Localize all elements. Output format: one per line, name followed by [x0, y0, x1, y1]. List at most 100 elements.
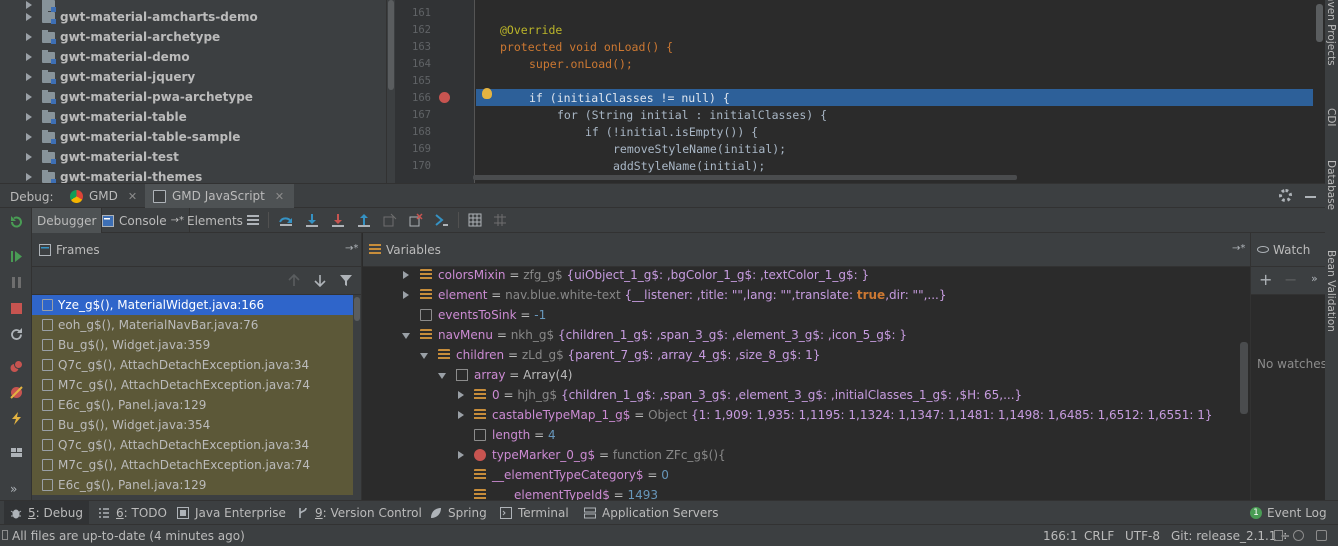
tool-tab-terminal[interactable]: Terminal [500, 501, 569, 525]
editor-horizontal-scrollbar[interactable] [473, 175, 1017, 180]
frame-item[interactable]: Bu_g$(), Widget.java:359 [32, 335, 354, 355]
add-watch-icon[interactable]: + [1259, 270, 1272, 289]
tab-debugger[interactable]: Debugger [32, 208, 103, 233]
layout-icon[interactable] [10, 446, 23, 459]
cdi-tab[interactable]: CDI [1325, 108, 1337, 127]
file-encoding[interactable]: UTF-8 [1125, 529, 1160, 543]
expand-arrow-icon[interactable] [458, 391, 464, 399]
trace-icon[interactable] [493, 213, 507, 227]
tree-item[interactable]: gwt-material-pwa-archetype [0, 87, 385, 107]
pause-icon[interactable] [10, 276, 23, 289]
pin-icon[interactable]: →* [1232, 243, 1245, 254]
expand-arrow-icon[interactable] [403, 271, 409, 279]
expand-arrow-icon[interactable] [26, 113, 32, 121]
tab-console[interactable]: Console →* [97, 208, 191, 233]
pin-icon[interactable]: →* [345, 243, 358, 254]
collapse-arrow-icon[interactable] [402, 333, 410, 339]
memory-icon[interactable] [1316, 530, 1327, 541]
more-icon[interactable]: » [1311, 272, 1318, 285]
cancel-step-icon[interactable] [409, 213, 423, 227]
tool-tab-debug[interactable]: 5: Debug [4, 501, 89, 525]
scrollbar-thumb[interactable] [388, 0, 394, 90]
tree-item[interactable]: gwt-material-demo [0, 47, 385, 67]
rerun-icon[interactable] [10, 216, 23, 229]
tool-windows-icon[interactable] [2, 530, 8, 540]
tab-gmd-javascript[interactable]: GMD JavaScript ✕ [145, 184, 295, 208]
frame-item[interactable]: eoh_g$(), MaterialNavBar.java:76 [32, 315, 354, 335]
remove-watch-icon[interactable]: − [1284, 270, 1297, 289]
collapse-arrow-icon[interactable] [438, 373, 446, 379]
expand-arrow-icon[interactable] [26, 153, 32, 161]
more-icon[interactable]: » [10, 482, 23, 496]
tree-item[interactable]: gwt-material-themes [0, 167, 385, 183]
project-scrollbar[interactable] [386, 0, 395, 183]
tool-tab-todo[interactable]: 6: TODO [98, 501, 167, 525]
expand-arrow-icon[interactable] [403, 291, 409, 299]
force-step-into-icon[interactable] [331, 213, 345, 227]
bean-validation-tab[interactable]: Bean Validation [1325, 250, 1337, 332]
frame-item[interactable]: M7c_g$(), AttachDetachException.java:74 [32, 455, 354, 475]
gear-icon[interactable] [1279, 189, 1292, 202]
expand-arrow-icon[interactable] [26, 53, 32, 61]
frame-item[interactable]: M7c_g$(), AttachDetachException.java:74 [32, 375, 354, 395]
stop-icon[interactable] [10, 302, 23, 315]
tool-tab-java-enterprise[interactable]: Java Enterprise [177, 501, 286, 525]
database-tab[interactable]: Database [1325, 160, 1337, 210]
maven-projects-tab[interactable]: Maven Projects [1325, 0, 1337, 66]
tree-item[interactable]: gwt-material-table-sample [0, 127, 385, 147]
tool-tab-version-control[interactable]: 9: Version Control [297, 501, 422, 525]
expand-arrow-icon[interactable] [26, 173, 32, 181]
frame-item[interactable]: E6c_g$(), Panel.java:129 [32, 475, 354, 495]
intention-bulb-icon[interactable] [482, 88, 492, 99]
frame-item[interactable]: Q7c_g$(), AttachDetachException.java:34 [32, 355, 354, 375]
expand-arrow-icon[interactable] [26, 13, 32, 21]
tool-tab-application-servers[interactable]: Application Servers [584, 501, 718, 525]
tree-item[interactable]: gwt-material-amcharts-demo [0, 7, 385, 27]
resume-icon[interactable] [10, 250, 23, 263]
expand-arrow-icon[interactable] [458, 451, 464, 459]
variables-scrollbar[interactable] [1240, 342, 1248, 414]
step-out-icon[interactable] [357, 213, 371, 227]
lightning-icon[interactable] [10, 412, 23, 425]
tab-elements[interactable]: Elements [182, 208, 248, 233]
inspector-icon[interactable] [1293, 530, 1304, 541]
minimize-icon[interactable] [1305, 196, 1316, 198]
arrow-down-icon[interactable] [314, 274, 326, 287]
tree-item[interactable]: gwt-material-test [0, 147, 385, 167]
expand-arrow-icon[interactable] [458, 411, 464, 419]
drop-frame-icon[interactable] [383, 213, 397, 227]
code-editor[interactable]: 161 162 163 164 165 166 167 168 169 170 … [395, 0, 1325, 183]
step-into-icon[interactable] [305, 213, 319, 227]
tab-gmd[interactable]: GMD ✕ [62, 184, 147, 208]
frames-scrollbar[interactable] [353, 295, 361, 500]
frame-item[interactable]: E6c_g$(), Panel.java:129 [32, 395, 354, 415]
reload-icon[interactable] [10, 328, 23, 341]
scrollbar-thumb[interactable] [1316, 4, 1323, 42]
mute-breakpoints-icon[interactable] [10, 386, 23, 399]
tree-item[interactable]: gwt-material-archetype [0, 27, 385, 47]
collapse-arrow-icon[interactable] [420, 353, 428, 359]
tool-tab-spring[interactable]: Spring [430, 501, 487, 525]
caret-position[interactable]: 166:1 [1043, 529, 1078, 543]
lock-icon[interactable] [1274, 530, 1283, 541]
tool-tab-event-log[interactable]: 1 Event Log [1250, 501, 1327, 525]
line-separator[interactable]: CRLF [1084, 529, 1114, 543]
git-branch[interactable]: Git: release_2.1.1 ÷ [1171, 529, 1290, 543]
close-icon[interactable]: ✕ [128, 190, 137, 203]
tree-item[interactable]: gwt-material-jquery [0, 67, 385, 87]
frame-item[interactable]: Yze_g$(), MaterialWidget.java:166 [32, 295, 354, 315]
frame-item[interactable]: Q7c_g$(), AttachDetachException.java:34 [32, 435, 354, 455]
expand-arrow-icon[interactable] [26, 73, 32, 81]
expand-arrow-icon[interactable] [26, 133, 32, 141]
breakpoint-icon[interactable] [439, 92, 450, 103]
filter-icon[interactable] [340, 274, 352, 287]
run-to-cursor-icon[interactable] [435, 213, 449, 227]
tree-item[interactable]: gwt-material-table [0, 107, 385, 127]
frame-item[interactable]: Bu_g$(), Widget.java:354 [32, 415, 354, 435]
editor-vertical-scrollbar[interactable] [1313, 0, 1325, 183]
close-icon[interactable]: ✕ [275, 190, 284, 203]
step-over-icon[interactable] [279, 213, 293, 227]
evaluate-expression-icon[interactable] [468, 213, 482, 227]
expand-arrow-icon[interactable] [26, 93, 32, 101]
view-breakpoints-icon[interactable] [10, 360, 23, 373]
